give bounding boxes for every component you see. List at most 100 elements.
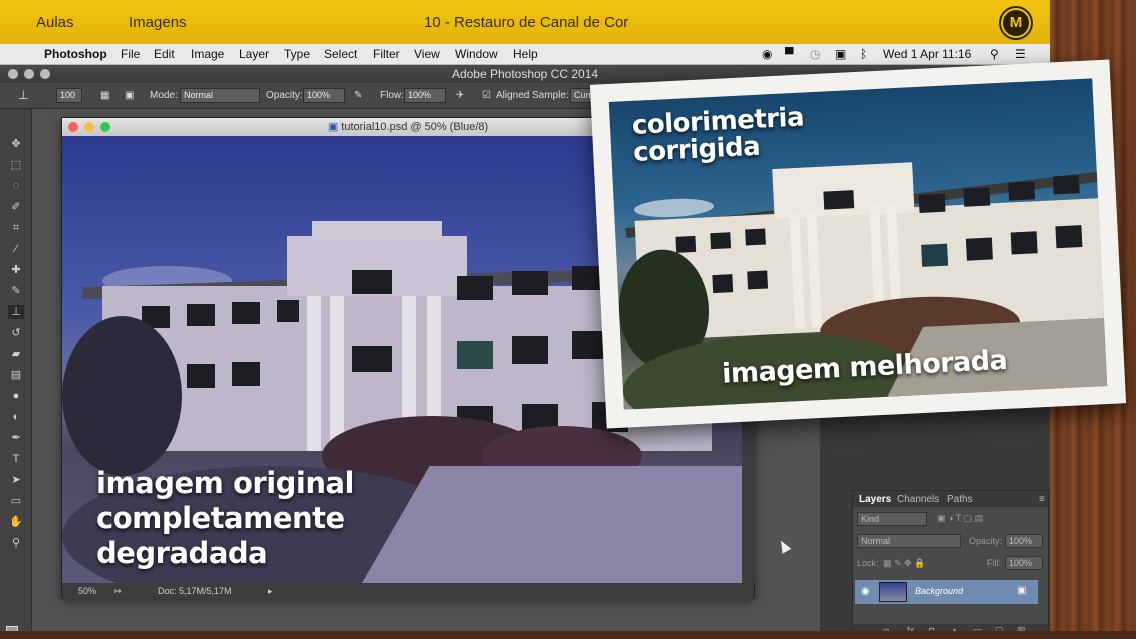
- layer-name[interactable]: Background: [915, 586, 963, 596]
- minimize-window-button[interactable]: [24, 69, 34, 79]
- menu-file[interactable]: File: [121, 47, 140, 61]
- brush-size-field[interactable]: 100: [56, 88, 82, 103]
- menu-window[interactable]: Window: [455, 47, 498, 61]
- blend-mode-select[interactable]: Normal: [857, 534, 961, 548]
- airbrush-icon[interactable]: ✈: [456, 90, 464, 101]
- eye-icon[interactable]: ◉: [861, 586, 870, 597]
- mode-label: Mode:: [150, 90, 178, 101]
- timemachine-icon[interactable]: ◷: [810, 47, 820, 61]
- filter-icons[interactable]: ▣ ◑ T ▢ ▤: [937, 513, 983, 524]
- clone-stamp-tool-icon[interactable]: ⊥: [8, 305, 24, 319]
- lesson-title: 10 - Restauro de Canal de Cor: [424, 14, 629, 31]
- original-caption-line: degradada: [96, 536, 268, 570]
- mode-select[interactable]: Normal: [180, 88, 260, 103]
- zoom-level[interactable]: 50%: [78, 586, 96, 596]
- fill-label: Fill:: [987, 558, 1001, 568]
- window: [187, 304, 215, 326]
- window: [512, 271, 548, 295]
- crop-tool-icon[interactable]: ⌗: [8, 221, 24, 235]
- quick-select-tool-icon[interactable]: ✐: [8, 200, 24, 214]
- menu-filter[interactable]: Filter: [373, 47, 400, 61]
- doc-minimize-button[interactable]: [84, 122, 94, 132]
- brush-tool-icon[interactable]: ✎: [8, 284, 24, 298]
- gradient-tool-icon[interactable]: ▤: [8, 368, 24, 382]
- opacity-field[interactable]: 100%: [303, 88, 345, 103]
- blur-tool-icon[interactable]: ●: [8, 389, 24, 403]
- layer-row-background[interactable]: ◉ Background ▣: [855, 580, 1038, 604]
- status-menu-arrow-icon[interactable]: ▸: [268, 586, 273, 597]
- menu-app[interactable]: Photoshop: [44, 47, 107, 61]
- doc-zoom-button[interactable]: [100, 122, 110, 132]
- fill-field[interactable]: 100%: [1005, 556, 1043, 570]
- window: [963, 187, 991, 207]
- clone-source-icon[interactable]: ▦: [100, 90, 109, 101]
- zoom-window-button[interactable]: [40, 69, 50, 79]
- layer-thumbnail: [879, 582, 907, 602]
- brand-logo-icon[interactable]: M: [1001, 8, 1031, 38]
- lasso-tool-icon[interactable]: ◌: [8, 179, 24, 193]
- record-icon[interactable]: ◉: [762, 47, 772, 61]
- ps-window-title: Adobe Photoshop CC 2014: [451, 67, 599, 81]
- move-tool-icon[interactable]: ✥: [8, 137, 24, 151]
- hand-tool-icon[interactable]: ✋: [8, 515, 24, 529]
- history-brush-tool-icon[interactable]: ↺: [8, 326, 24, 340]
- pressure-opacity-icon[interactable]: ✎: [354, 90, 362, 101]
- display-icon[interactable]: ▀: [785, 47, 794, 61]
- export-icon[interactable]: ↦: [114, 586, 122, 597]
- pen-tool-icon[interactable]: ✒: [8, 431, 24, 445]
- bluetooth-icon[interactable]: ᛒ: [860, 47, 867, 61]
- window: [512, 336, 548, 364]
- close-window-button[interactable]: [8, 69, 18, 79]
- nav-aulas-link[interactable]: Aulas: [36, 14, 74, 31]
- original-caption: imagem original completamente degradada: [96, 466, 355, 571]
- aligned-checkbox[interactable]: ☑: [482, 90, 491, 101]
- tab-layers[interactable]: Layers: [859, 494, 891, 505]
- layers-panel-tabs: Layers Channels Paths ≡: [853, 491, 1048, 507]
- marquee-tool-icon[interactable]: ⬚: [8, 158, 24, 172]
- window: [965, 237, 993, 261]
- window: [918, 193, 946, 213]
- blend-row: Normal Opacity: 100%: [855, 532, 1045, 550]
- menu-edit[interactable]: Edit: [154, 47, 175, 61]
- layers-panel: Layers Channels Paths ≡ Kind ▣ ◑ T ▢ ▤ N…: [852, 490, 1049, 639]
- clone-stamp-icon[interactable]: ⊥: [18, 88, 28, 102]
- pediment: [312, 221, 442, 241]
- document-title: tutorial10.psd @ 50% (Blue/8): [341, 121, 489, 133]
- tab-channels[interactable]: Channels: [897, 494, 939, 505]
- flow-field[interactable]: 100%: [404, 88, 446, 103]
- notification-list-icon[interactable]: ☰: [1015, 47, 1026, 61]
- menu-select[interactable]: Select: [324, 47, 357, 61]
- menu-layer[interactable]: Layer: [239, 47, 269, 61]
- corrected-caption: colorimetria corrigida: [631, 103, 806, 168]
- layer-opacity-field[interactable]: 100%: [1005, 534, 1043, 548]
- menubar-clock[interactable]: Wed 1 Apr 11:16: [883, 47, 971, 61]
- lock-icons[interactable]: ▦ ✎ ✥ 🔒: [883, 558, 925, 569]
- doc-close-button[interactable]: [68, 122, 78, 132]
- eraser-tool-icon[interactable]: ▰: [8, 347, 24, 361]
- screen-icon[interactable]: ▣: [835, 47, 846, 61]
- menu-view[interactable]: View: [414, 47, 440, 61]
- filter-row: Kind ▣ ◑ T ▢ ▤: [855, 510, 1045, 528]
- search-icon[interactable]: ⚲: [990, 47, 999, 61]
- window: [232, 302, 260, 324]
- nav-imagens-link[interactable]: Imagens: [129, 14, 187, 31]
- eyedropper-tool-icon[interactable]: ⁄: [8, 242, 24, 256]
- menu-image[interactable]: Image: [191, 47, 224, 61]
- menu-help[interactable]: Help: [513, 47, 538, 61]
- path-select-tool-icon[interactable]: ➤: [8, 473, 24, 487]
- lock-label: Lock:: [857, 558, 879, 568]
- window: [187, 364, 215, 388]
- healing-tool-icon[interactable]: ✚: [8, 263, 24, 277]
- brush-preset-icon[interactable]: ▣: [125, 90, 134, 101]
- panel-menu-icon[interactable]: ≡: [1039, 494, 1045, 505]
- menu-type[interactable]: Type: [284, 47, 310, 61]
- window: [675, 235, 697, 253]
- lock-row: Lock: ▦ ✎ ✥ 🔒 Fill: 100%: [855, 554, 1045, 572]
- shape-tool-icon[interactable]: ▭: [8, 494, 24, 508]
- kind-filter-select[interactable]: Kind: [857, 512, 927, 526]
- tab-paths[interactable]: Paths: [947, 494, 973, 505]
- dodge-tool-icon[interactable]: ◐: [8, 410, 24, 424]
- type-tool-icon[interactable]: T: [8, 452, 24, 466]
- zoom-tool-icon[interactable]: ⚲: [8, 536, 24, 550]
- palm-tree: [62, 316, 182, 476]
